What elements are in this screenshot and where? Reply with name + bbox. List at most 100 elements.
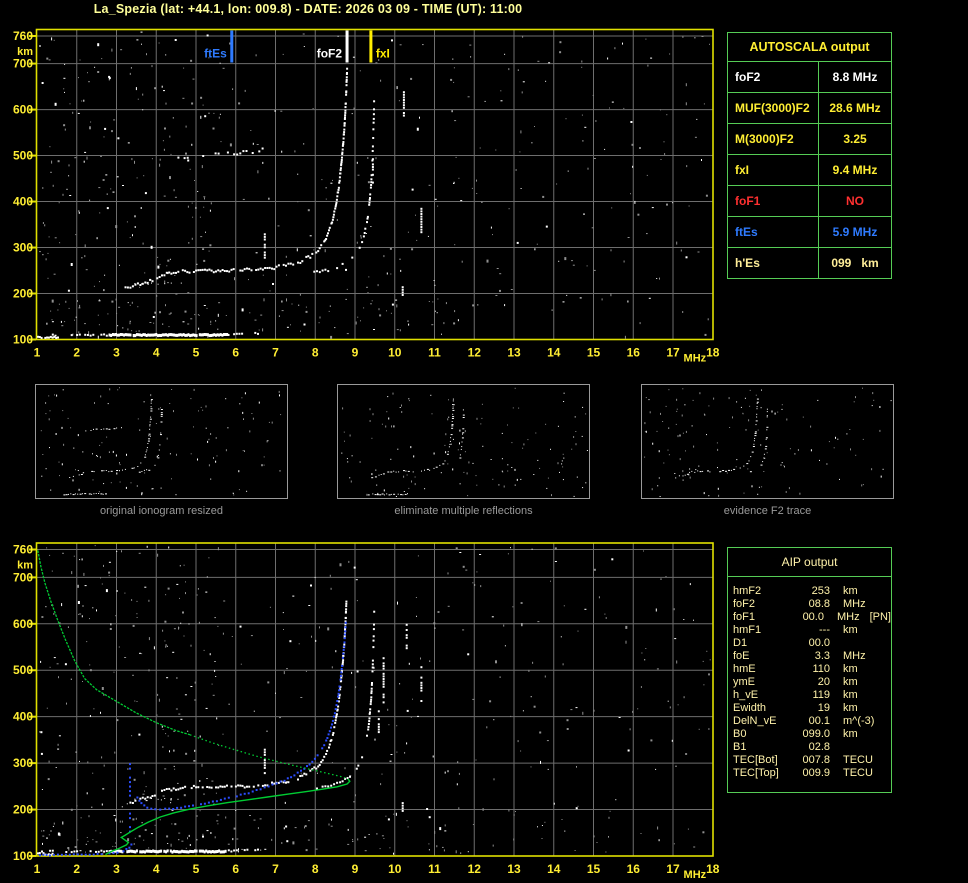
aip-param-value: 00.0 [790,637,830,650]
aip-param-label: B1 [733,741,790,754]
y-tick-label: 600 [13,617,33,631]
marker-label-foF2: foF2 [317,47,343,61]
aip-param-unit: km [830,702,858,715]
y-tick-label: 300 [13,756,33,770]
aip-param-value: 3.3 [790,650,830,663]
x-tick-label: 9 [352,346,359,360]
x-tick-label: 6 [232,346,239,360]
marker-foF2: foF2 [317,31,347,63]
aip-row-h_vE: h_vE119km [733,689,891,702]
aip-param-value: 00.1 [790,715,830,728]
autoscala-output-table: AUTOSCALA output foF28.8 MHzMUF(3000)F22… [727,32,892,279]
autoscala-row-MUF(3000)F2: MUF(3000)F228.6 MHz [728,93,891,124]
aip-param-unit [830,741,843,754]
aip-param-unit: TECU [830,754,873,767]
aip-row-hmE: hmE110km [733,663,891,676]
x-tick-label: 8 [312,346,319,360]
autoscala-param-label: ftEs [728,217,819,247]
aip-param-note [858,676,868,689]
x-tick-label: 3 [113,346,120,360]
x-tick-label: 9 [352,862,359,876]
x-tick-label: 10 [388,346,402,360]
autoscala-param-value: 28.6 MHz [819,93,891,123]
marker-fxI: fxI [371,31,390,63]
aip-param-note [866,650,876,663]
aip-param-label: hmF1 [733,624,790,637]
x-tick-label: 18 [706,862,720,876]
aip-param-note [858,689,868,702]
y-tick-label: 400 [13,710,33,724]
aip-param-label: B0 [733,728,790,741]
aip-param-note [874,715,884,728]
aip-param-label: foF2 [733,598,790,611]
x-tick-label: 1 [34,346,41,360]
aip-param-unit: MHz [830,650,866,663]
x-tick-label: 1 [34,862,41,876]
aip-param-value: 009.9 [790,767,830,780]
aip-param-note [858,663,868,676]
autoscala-param-label: h'Es [728,248,819,278]
aip-param-label: hmE [733,663,790,676]
y-axis-unit-label: km [17,560,33,572]
aip-param-value: 02.8 [790,741,830,754]
autoscala-row-h'Es: h'Es099 km [728,248,891,278]
aip-row-ymE: ymE20km [733,676,891,689]
aip-param-unit: km [830,689,858,702]
x-tick-label: 3 [113,862,120,876]
aip-param-value: 007.8 [790,754,830,767]
x-tick-label: 12 [468,346,482,360]
aip-param-label: TEC[Bot] [733,754,790,767]
x-tick-label: 15 [587,346,601,360]
autoscala-param-value: NO [819,186,891,216]
autoscala-param-value: 5.9 MHz [819,217,891,247]
aip-param-label: foE [733,650,790,663]
aip-row-foE: foE3.3MHz [733,650,891,663]
noise-speckle [39,32,710,339]
y-tick-label: 200 [13,287,33,301]
x-tick-label: 15 [587,862,601,876]
aip-param-value: 099.0 [790,728,830,741]
x-tick-label: 14 [547,862,561,876]
x-tick-label: 8 [312,862,319,876]
aip-param-unit: m^(-3) [830,715,874,728]
autoscala-param-label: MUF(3000)F2 [728,93,819,123]
aip-param-note [843,741,853,754]
x-tick-label: 16 [627,346,641,360]
aip-row-hmF2: hmF2253km [733,585,891,598]
autoscala-row-M(3000)F2: M(3000)F23.25 [728,124,891,155]
autoscala-param-value: 9.4 MHz [819,155,891,185]
x-tick-label: 18 [706,346,720,360]
x-tick-label: 5 [193,346,200,360]
autoscala-window: La_Spezia (lat: +44.1, lon: 009.8) - DAT… [0,0,968,883]
autoscala-param-value: 8.8 MHz [819,62,891,92]
aip-row-Ewidth: Ewidth19km [733,702,891,715]
aip-param-note [858,702,868,715]
y-axis-unit-label: km [17,46,33,58]
x-tick-label: 11 [428,346,441,360]
autoscala-param-value: 099 km [819,248,891,278]
aip-param-unit: km [830,663,858,676]
aip-row-TEC[Top]: TEC[Top]009.9TECU [733,767,891,780]
thumbnail-1 [338,385,590,499]
y-tick-label: 700 [13,57,33,71]
autoscala-row-ftEs: ftEs5.9 MHz [728,217,891,248]
aip-param-unit: MHz [824,611,860,624]
x-tick-label: 7 [272,862,279,876]
y-tick-label: 760 [13,29,33,43]
x-tick-label: 13 [507,862,521,876]
noise-speckle [39,545,710,855]
autoscala-row-foF1: foF1NO [728,186,891,217]
autoscala-table-rows: foF28.8 MHzMUF(3000)F228.6 MHzM(3000)F23… [728,62,891,278]
y-tick-label: 700 [13,570,33,584]
x-tick-label: 17 [666,862,680,876]
autoscala-param-label: fxI [728,155,819,185]
thumbnail-0 [36,385,288,499]
aip-param-note: [PN] [860,611,891,624]
aip-output-table: AIP output hmF2253kmfoF208.8MHzfoF100.0M… [727,547,892,793]
autoscala-param-label: foF2 [728,62,819,92]
aip-row-foF2: foF208.8MHz [733,598,891,611]
aip-row-hmF1: hmF1---km [733,624,891,637]
restored-trace-cusp [129,763,131,833]
autoscala-param-label: foF1 [728,186,819,216]
aip-param-value: 110 [790,663,830,676]
